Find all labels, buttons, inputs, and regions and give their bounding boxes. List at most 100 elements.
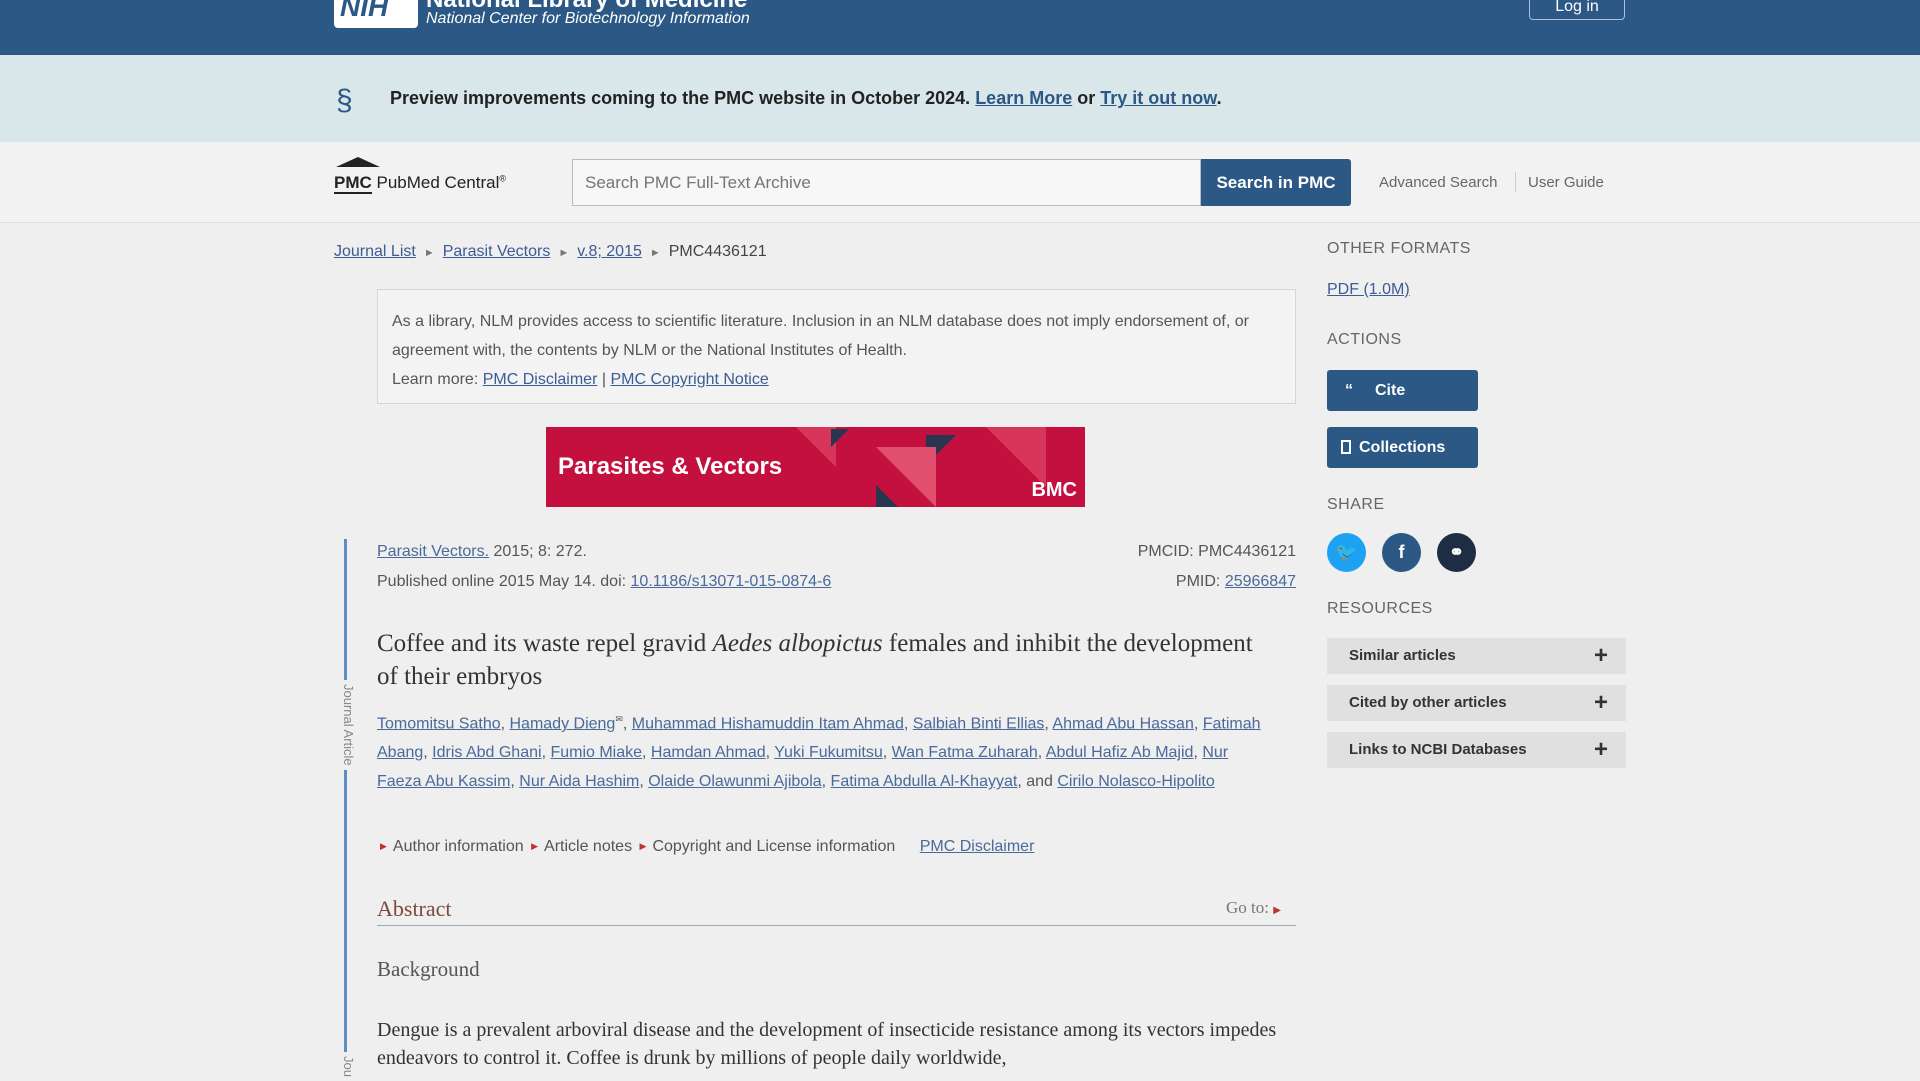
triangle-right-icon: ▶ [380,841,387,851]
article-side-rule [344,539,347,1080]
link-icon[interactable]: ⚭ [1437,533,1476,572]
breadcrumb: Journal List ► Parasit Vectors ► v.8; 2015 ► P… [334,243,767,261]
banner-message: Preview improvements coming to the PMC w… [390,88,971,108]
author-link[interactable]: Salbiah Binti Ellias [913,715,1045,732]
article-info-links: ▶ Author information ▶ Article notes ▶ Copy… [377,838,1034,856]
disclaimer-bar: | [601,371,606,388]
plus-icon: + [1593,689,1608,716]
citation: 2015; 8: 272. [489,543,587,560]
goto-label[interactable]: Go to: [1226,898,1269,917]
quote-icon: “ [1345,381,1353,399]
disclaimer-box: As a library, NLM provides access to sci… [377,289,1296,404]
article-title: Coffee and its waste repel gravid Aedes … [377,627,1257,693]
facebook-icon[interactable]: f [1382,533,1421,572]
try-it-link[interactable]: Try it out now [1100,88,1216,108]
author-link[interactable]: Hamdan Ahmad [651,744,766,761]
author-link[interactable]: Cirilo Nolasco-Hipolito [1057,773,1214,790]
breadcrumb-volume[interactable]: v.8; 2015 [577,243,642,260]
pmc-disclaimer-link[interactable]: PMC Disclaimer [920,838,1035,855]
journal-article-label: Jou [341,1052,356,1081]
author-link[interactable]: Abdul Hafiz Ab Majid [1046,744,1194,761]
cite-button[interactable]: “ Cite [1327,370,1478,411]
resource-label: Links to NCBI Databases [1349,741,1527,758]
abstract-heading: Abstract [377,896,452,921]
author-link[interactable]: Fumio Miake [550,744,642,761]
goto-menu[interactable]: Go to: ▶ [1226,898,1281,918]
site-header [0,0,1920,55]
resources-heading: RESOURCES [1327,600,1433,617]
published-line: Published online 2015 May 14. doi: 10.11… [377,573,831,591]
journal-banner[interactable]: Parasites & Vectors BMC [546,427,1085,507]
author-link[interactable]: Fatima Abdulla Al-Khayyat [831,773,1018,790]
title-species: Aedes albopictus [712,630,883,657]
email-icon[interactable]: ✉ [615,714,623,724]
author-link[interactable]: Idris Abd Ghani [432,744,541,761]
pmc-logo-abbr: PMC [334,173,372,194]
advanced-search-link[interactable]: Advanced Search [1379,174,1497,191]
triangle-right-icon: ▶ [639,841,647,851]
decor-triangle [831,429,849,447]
breadcrumb-journal-list[interactable]: Journal List [334,243,416,260]
breadcrumb-sep: ► [649,247,661,259]
pmc-copyright-link[interactable]: PMC Copyright Notice [610,371,768,388]
other-formats-heading: OTHER FORMATS [1327,240,1471,257]
breadcrumb-current: PMC4436121 [668,243,767,260]
breadcrumb-sep: ► [558,247,570,259]
copyright-toggle[interactable]: Copyright and License information [652,838,895,855]
author-link[interactable]: Ahmad Abu Hassan [1052,715,1193,732]
cite-label: Cite [1375,381,1406,399]
twitter-icon[interactable]: 🐦 [1327,533,1366,572]
author-list: Tomomitsu Satho, Hamady Dieng✉, Muhammad… [377,714,1261,791]
article-notes-toggle[interactable]: Article notes [544,838,632,855]
disclaimer-learn-more: Learn more: [392,371,479,388]
login-button[interactable]: Log in [1529,0,1625,20]
search-button[interactable]: Search in PMC [1201,159,1351,206]
pdf-link[interactable]: PDF (1.0M) [1327,281,1410,299]
share-heading: SHARE [1327,496,1385,513]
pmc-logo-reg: ® [499,173,506,184]
breadcrumb-sep: ► [423,247,435,259]
doi-link[interactable]: 10.1186/s13071-015-0874-6 [631,573,832,590]
user-guide-link[interactable]: User Guide [1528,174,1604,191]
abstract-body: Dengue is a prevalent arboviral disease … [377,1019,1277,1069]
citation-line: Parasit Vectors. 2015; 8: 272. [377,543,587,561]
journal-link[interactable]: Parasit Vectors. [377,543,489,560]
breadcrumb-journal[interactable]: Parasit Vectors [443,243,551,260]
plus-icon: + [1593,642,1608,669]
author-link[interactable]: Tomomitsu Satho [377,715,501,732]
pmc-disclaimer-link[interactable]: PMC Disclaimer [483,371,598,388]
resource-label: Cited by other articles [1349,694,1507,711]
published-date: Published online 2015 May 14. doi: [377,573,631,590]
search-input[interactable] [572,159,1201,206]
author-link[interactable]: Nur Aida Hashim [519,773,639,790]
pmid-link[interactable]: 25966847 [1225,573,1296,590]
author-link[interactable]: Olaide Olawunmi Ajibola [648,773,821,790]
cited-by-toggle[interactable]: Cited by other articles + [1327,685,1626,721]
author-link[interactable]: Wan Fatma Zuharah [892,744,1038,761]
author-link[interactable]: Hamady Dieng [510,715,616,732]
pmid-label: PMID: [1175,573,1225,590]
nih-logo[interactable]: NIH [334,0,418,28]
org-subtitle: National Center for Biotechnology Inform… [426,10,750,27]
plus-icon: + [1593,736,1608,763]
triangle-right-icon: ▶ [531,841,539,851]
disclaimer-text: As a library, NLM provides access to sci… [392,313,1249,359]
decor-triangle [986,427,1046,487]
title-part: Coffee and its waste repel gravid [377,630,713,657]
bookmark-icon [1341,439,1351,454]
author-link[interactable]: Muhammad Hishamuddin Itam Ahmad [632,715,904,732]
and-text: and [1026,773,1053,791]
journal-article-label: Journal Article [341,680,356,770]
helix-icon: § [336,84,353,117]
banner-or: or [1077,88,1096,108]
pmcid: PMCID: PMC4436121 [1137,543,1296,560]
similar-articles-toggle[interactable]: Similar articles + [1327,638,1626,674]
divider [377,925,1296,926]
author-link[interactable]: Yuki Fukumitsu [774,744,882,761]
author-information-toggle[interactable]: Author information [393,838,524,855]
collections-button[interactable]: Collections [1327,427,1478,468]
ncbi-links-toggle[interactable]: Links to NCBI Databases + [1327,732,1626,768]
decor-triangle [796,427,836,467]
actions-heading: ACTIONS [1327,331,1402,348]
learn-more-link[interactable]: Learn More [975,88,1072,108]
